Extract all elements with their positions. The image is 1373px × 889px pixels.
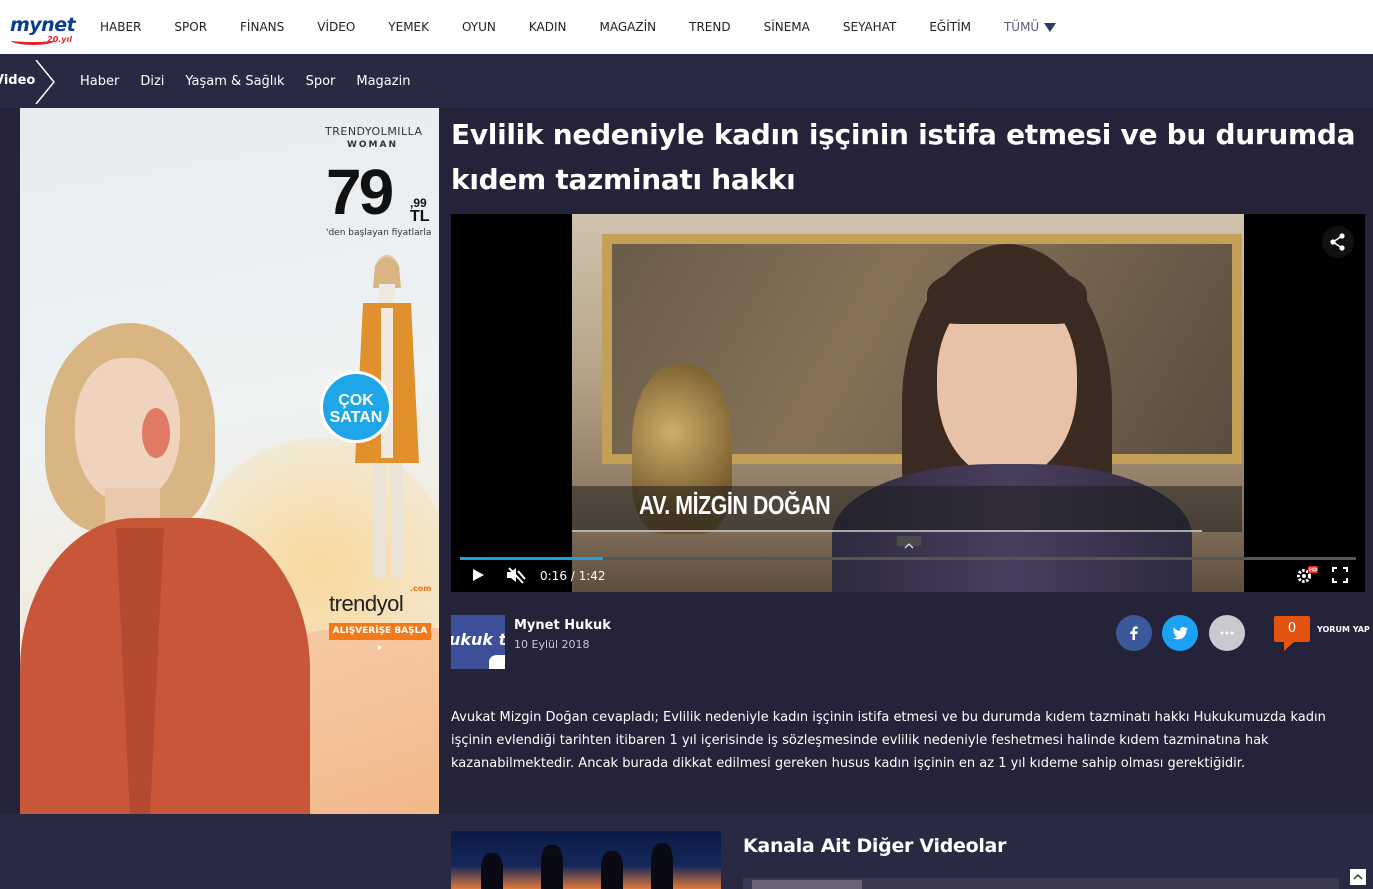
facebook-share-button[interactable] [1116,615,1152,651]
menu-more-button[interactable]: TÜMÜ [1003,20,1057,34]
avatar-corner-badge [489,655,505,669]
more-dots-icon [1220,631,1234,635]
ad-price-currency: TL [410,208,430,225]
menu-item-video[interactable]: VİDEO [317,20,355,34]
hd-badge: HD [1309,568,1317,574]
hide-controls-tab[interactable] [897,536,921,549]
video-player[interactable]: AV. MİZGİN DOĞAN 0:16 / 1:42 HD [451,214,1365,592]
avatar-text: ukuk tv [451,630,505,649]
twitter-icon [1172,626,1188,639]
badge-line-2: SATAN [329,409,383,426]
chevron-right-icon [35,60,55,104]
menu-item-oyun[interactable]: OYUN [462,20,496,34]
ad-price: 79 [326,156,394,228]
chevron-up-icon [904,543,914,549]
video-time-display: 0:16 / 1:42 [540,569,606,583]
subnav-item-haber[interactable]: Haber [80,74,119,89]
logo-text: mynet [10,14,76,36]
ad-trendyol-suffix: .com [410,584,432,593]
thumb-figure [651,843,673,889]
thumb-figure [481,853,503,889]
video-progress-fill [460,557,604,560]
article-description: Avukat Mizgin Doğan cevapladı; Evlilik n… [451,710,1326,771]
menu-item-egitim[interactable]: EĞİTİM [929,20,971,34]
menu-more-label: TÜMÜ [1003,20,1040,34]
menu-item-spor[interactable]: SPOR [174,20,207,34]
mynet-logo[interactable]: mynet 20.yıl [10,14,76,45]
ad-brand-name: TRENDYOLMILLA [325,125,423,138]
more-share-button[interactable] [1209,615,1245,651]
speaker-bangs [927,264,1087,324]
subnav-item-spor[interactable]: Spor [306,74,336,89]
subnav-item-magazin[interactable]: Magazin [356,74,410,89]
related-item-thumbnail[interactable] [752,880,862,889]
menu-item-finans[interactable]: FİNANS [240,20,284,34]
menu-item-trend[interactable]: TREND [689,20,730,34]
play-icon[interactable] [471,568,485,582]
share-icon [1330,233,1345,251]
related-video-thumbnail[interactable] [451,831,721,889]
publish-date: 10 Eylül 2018 [514,638,590,651]
section-navigation: Video Haber Dizi Yaşam & Sağlık Spor Mag… [0,54,1373,108]
thumb-figure [601,851,623,889]
comment-count-badge[interactable]: 0 [1274,616,1310,642]
article-title: Evlilik nedeniyle kadın işçinin istifa e… [451,118,1356,196]
ad-price-note: 'den başlayan fiyatlarla [326,228,432,238]
subnav-items: Haber Dizi Yaşam & Sağlık Spor Magazin [80,54,431,108]
logo-anniversary: 20.yıl [47,35,72,44]
volume-muted-icon[interactable] [506,566,526,584]
triangle-down-icon [1044,22,1057,32]
subnav-item-dizi[interactable]: Dizi [140,74,164,89]
main-menu: HABER SPOR FİNANS VİDEO YEMEK OYUN KADIN… [100,0,1089,54]
lower-third-line [572,530,1202,532]
ad-trendyol-logo: trendyol [329,591,404,616]
lower-third-name: AV. MİZGİN DOĞAN [639,490,831,520]
menu-item-kadin[interactable]: KADIN [529,20,567,34]
badge-line-1: ÇOK [338,392,374,409]
share-button[interactable] [1322,226,1354,258]
settings-gear-icon[interactable]: HD [1296,566,1318,584]
ad-shop-button[interactable]: ALIŞVERİŞE BAŞLA ▸ [329,623,431,653]
menu-item-haber[interactable]: HABER [100,20,141,34]
channel-avatar[interactable]: ukuk tv [451,615,505,669]
comment-button-label[interactable]: YORUM YAP [1317,625,1370,634]
channel-name[interactable]: Mynet Hukuk [514,618,611,633]
advertisement-banner[interactable]: TRENDYOLMILLA WOMAN 79 ,99 TL 'den başla… [20,108,439,889]
fullscreen-icon[interactable] [1332,567,1348,583]
related-videos-title: Kanala Ait Diğer Videolar [743,835,1007,857]
video-progress-bar[interactable] [460,557,1356,560]
ad-brand-sub: WOMAN [346,140,399,150]
chevron-up-icon [1353,873,1363,880]
comment-bubble-tail [1284,642,1294,651]
thumb-figure [541,845,563,889]
facebook-icon [1130,626,1138,640]
subnav-item-yasam-saglik[interactable]: Yaşam & Sağlık [185,74,284,89]
menu-item-yemek[interactable]: YEMEK [388,20,429,34]
top-navigation: mynet 20.yıl HABER SPOR FİNANS VİDEO YEM… [0,0,1373,54]
menu-item-magazin[interactable]: MAGAZİN [600,20,657,34]
ad-bestseller-badge: ÇOK SATAN [320,371,392,443]
menu-item-seyahat[interactable]: SEYAHAT [843,20,896,34]
scroll-up-button[interactable] [1350,869,1366,885]
menu-item-sinema[interactable]: SİNEMA [764,20,810,34]
ad-model-earring [142,408,170,458]
twitter-share-button[interactable] [1162,615,1198,651]
